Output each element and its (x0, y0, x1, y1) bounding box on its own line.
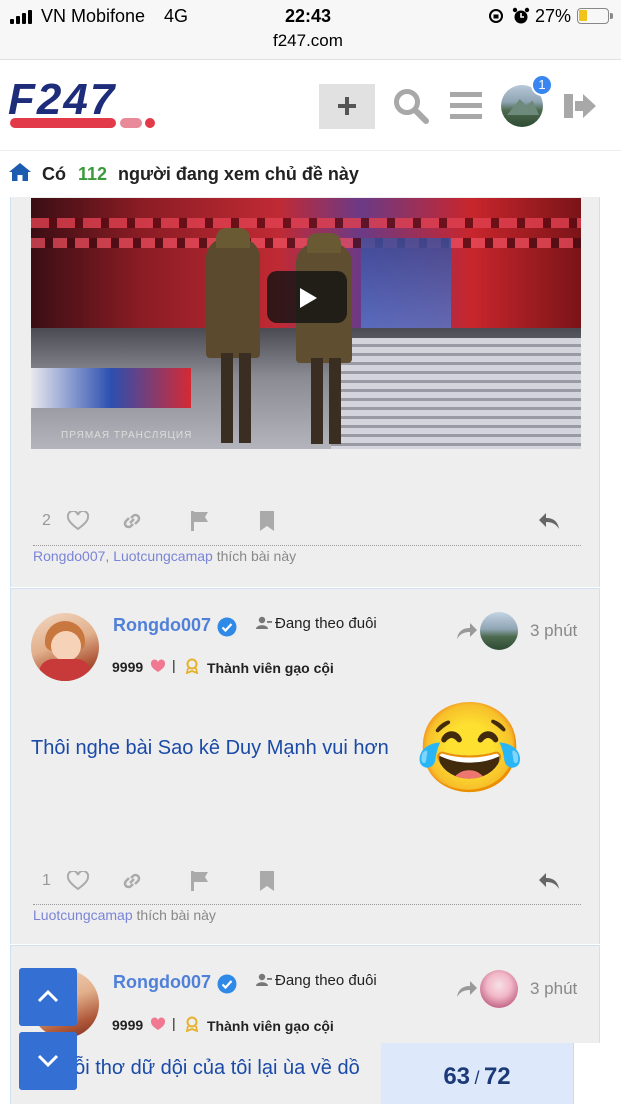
chevron-up-icon (37, 989, 59, 1003)
post-time[interactable]: 3 phút (530, 621, 577, 641)
liker-link[interactable]: Luotcungcamap (113, 548, 213, 564)
verified-icon (217, 617, 237, 637)
likes-suffix: thích bài này (216, 548, 297, 564)
pager-current: 63 (443, 1063, 471, 1090)
play-button[interactable] (267, 271, 347, 323)
carrier-label: VN Mobifone (41, 6, 146, 26)
url-label[interactable]: f247.com (273, 31, 343, 51)
logout-icon[interactable] (561, 91, 597, 121)
liker-link[interactable]: Luotcungcamap (33, 907, 133, 923)
post-text: nỗi thơ dữ dội của tôi lại ùa về dồ (63, 1057, 360, 1079)
heart-icon[interactable] (67, 871, 89, 891)
flag-icon[interactable] (190, 870, 210, 892)
rank-medal-icon (185, 1016, 199, 1032)
post-text: Thôi nghe bài Sao kê Duy Mạnh vui hơn (31, 737, 389, 759)
reply-to-icon (457, 981, 477, 997)
signal-icon (10, 10, 38, 24)
follow-icon (256, 973, 272, 986)
pager-label: 63 / 72 (381, 1063, 573, 1091)
liker-link[interactable]: Rongdo007 (33, 548, 105, 564)
new-post-button[interactable] (319, 84, 375, 129)
likes-summary: Rongdo007, Luotcungcamap thích bài này (33, 548, 297, 564)
notification-badge[interactable]: 1 (531, 74, 553, 96)
username[interactable]: Rongdo007 (113, 615, 211, 636)
link-icon[interactable] (121, 510, 143, 532)
chevron-down-icon (37, 1054, 59, 1068)
user-rank: Thành viên gạo cội (207, 1018, 334, 1034)
post-pager[interactable]: 63 / 72 (381, 1043, 601, 1104)
site-header: F247 1 (0, 60, 621, 150)
user-points: 9999 (112, 659, 144, 675)
flag-icon[interactable] (190, 510, 210, 532)
f247-logo[interactable]: F247 (8, 80, 188, 132)
rotation-lock-icon (489, 9, 503, 23)
viewers-prefix: Có (42, 164, 66, 184)
reply-icon[interactable] (538, 871, 560, 891)
likes-summary: Luotcungcamap thích bài này (33, 907, 216, 923)
home-icon[interactable] (8, 162, 32, 182)
user-points: 9999 (112, 1017, 144, 1033)
username[interactable]: Rongdo007 (113, 972, 211, 993)
heart-filled-icon (150, 659, 166, 672)
menu-icon[interactable] (450, 90, 482, 120)
divider (33, 904, 581, 905)
avatar[interactable] (31, 613, 99, 681)
follow-status[interactable]: Đang theo đuôi (275, 972, 377, 989)
logo-text: F247 (8, 80, 117, 124)
network-label: 4G (164, 6, 189, 26)
verified-icon (217, 974, 237, 994)
divider (33, 545, 581, 546)
likes-suffix: thích bài này (136, 907, 216, 923)
viewers-bar: Có 112 người đang xem chủ đề này (0, 150, 621, 197)
follow-icon (256, 616, 272, 629)
status-bar: VN Mobifone 4G 22:43 f247.com 27% (0, 0, 621, 60)
post-1: ПРЯМАЯ ТРАНСЛЯЦИЯ 2 Rongdo007, Luotcungc… (10, 197, 600, 587)
bookmark-icon[interactable] (259, 870, 275, 892)
like-count: 1 (42, 872, 51, 889)
rank-medal-icon (185, 658, 199, 674)
battery-percent: 27% (535, 6, 572, 26)
viewers-suffix: người đang xem chủ đề này (118, 164, 359, 184)
play-icon (300, 288, 317, 308)
alarm-icon (512, 7, 530, 24)
reply-icon[interactable] (538, 511, 560, 531)
battery-icon (577, 8, 609, 24)
post-time[interactable]: 3 phút (530, 979, 577, 999)
pager-separator: / (474, 1068, 480, 1088)
scroll-up-button[interactable] (19, 968, 77, 1026)
plus-icon (338, 97, 356, 115)
pager-total: 72 (483, 1063, 511, 1090)
reply-to-avatar[interactable] (480, 612, 518, 650)
search-icon[interactable] (393, 88, 429, 124)
heart-filled-icon (150, 1017, 166, 1030)
laughing-emoji: 😂 (415, 698, 525, 797)
bookmark-icon[interactable] (259, 510, 275, 532)
reply-to-icon (457, 623, 477, 639)
video-thumbnail[interactable]: ПРЯМАЯ ТРАНСЛЯЦИЯ (31, 198, 581, 449)
like-count: 2 (42, 512, 51, 529)
user-rank: Thành viên gạo cội (207, 660, 334, 676)
follow-status[interactable]: Đang theo đuôi (275, 615, 377, 632)
heart-icon[interactable] (67, 511, 89, 531)
link-icon[interactable] (121, 870, 143, 892)
scroll-down-button[interactable] (19, 1032, 77, 1090)
post-2: Rongdo007 Đang theo đuôi 3 phút 9999 | T… (10, 588, 600, 944)
viewers-count: 112 (78, 164, 108, 184)
clock: 22:43 (285, 6, 332, 26)
reply-to-avatar[interactable] (480, 970, 518, 1008)
